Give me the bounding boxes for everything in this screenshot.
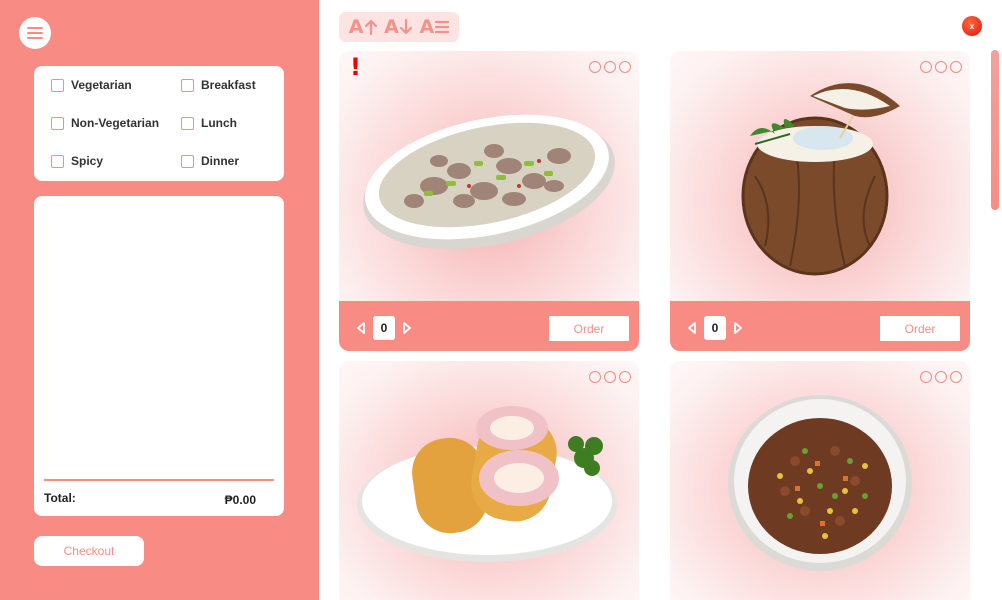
product-card: 0 Order (670, 51, 970, 351)
filter-vegetarian[interactable]: Vegetarian (51, 78, 132, 92)
filter-label: Lunch (201, 116, 237, 130)
quantity-value[interactable]: 0 (704, 316, 726, 340)
chevron-left-icon (688, 322, 696, 334)
checkbox[interactable] (51, 78, 64, 92)
sort-descending-button[interactable]: A (384, 16, 412, 38)
card-options[interactable] (589, 371, 631, 383)
checkbox[interactable] (51, 116, 64, 130)
increase-button[interactable] (401, 321, 413, 335)
main-panel: A A A x ! 0 Order 0 Order (319, 0, 991, 600)
quantity-stepper: 0 (355, 316, 413, 340)
sidebar: Vegetarian Breakfast Non-Vegetarian Lunc… (0, 0, 319, 600)
sort-default-button[interactable]: A (419, 16, 450, 38)
checkbox[interactable] (181, 154, 194, 168)
order-button[interactable]: Order (880, 316, 960, 341)
arrow-down-icon (399, 19, 412, 35)
food-image (363, 114, 615, 250)
total-label: Total: (44, 491, 76, 505)
list-icon (435, 20, 450, 34)
product-card (339, 361, 639, 600)
sort-letter: A (348, 16, 364, 38)
card-options[interactable] (920, 61, 962, 73)
sort-letter: A (419, 16, 435, 38)
sort-toolbar: A A A (339, 12, 459, 42)
alert-icon: ! (350, 53, 361, 81)
filter-panel: Vegetarian Breakfast Non-Vegetarian Lunc… (34, 66, 284, 181)
arrow-up-icon (364, 19, 377, 35)
checkbox[interactable] (51, 154, 64, 168)
card-footer: 0 Order (339, 301, 639, 351)
chevron-right-icon (403, 322, 411, 334)
cart-panel: Total: ₱0.00 (34, 196, 284, 516)
filter-label: Spicy (71, 154, 104, 168)
order-button[interactable]: Order (549, 316, 629, 341)
chevron-left-icon (357, 322, 365, 334)
filter-dinner[interactable]: Dinner (181, 154, 239, 168)
sort-ascending-button[interactable]: A (349, 16, 377, 38)
total-value: ₱0.00 (224, 493, 256, 507)
food-image (357, 406, 617, 562)
product-card: ! 0 Order (339, 51, 639, 351)
food-image (728, 395, 912, 571)
menu-button[interactable] (19, 17, 51, 49)
checkbox[interactable] (181, 78, 194, 92)
card-footer: 0 Order (670, 301, 970, 351)
product-card (670, 361, 970, 600)
card-options[interactable] (920, 371, 962, 383)
filter-spicy[interactable]: Spicy (51, 154, 103, 168)
scrollbar[interactable] (991, 0, 1002, 600)
filter-label: Non-Vegetarian (71, 116, 160, 130)
checkbox[interactable] (181, 116, 194, 130)
filter-label: Breakfast (201, 78, 256, 92)
filter-breakfast[interactable]: Breakfast (181, 78, 256, 92)
cart-divider (44, 479, 274, 481)
filter-label: Vegetarian (71, 78, 132, 92)
quantity-stepper: 0 (686, 316, 744, 340)
filter-label: Dinner (201, 154, 240, 168)
sort-letter: A (384, 16, 399, 38)
decrease-button[interactable] (686, 321, 698, 335)
scrollbar-thumb[interactable] (991, 50, 999, 210)
increase-button[interactable] (732, 321, 744, 335)
quantity-value[interactable]: 0 (373, 316, 395, 340)
checkout-button[interactable]: Checkout (34, 536, 144, 566)
chevron-right-icon (734, 322, 742, 334)
close-button[interactable]: x (962, 16, 982, 36)
hamburger-icon (27, 27, 43, 40)
food-image (741, 83, 900, 276)
card-options[interactable] (589, 61, 631, 73)
decrease-button[interactable] (355, 321, 367, 335)
filter-non-vegetarian[interactable]: Non-Vegetarian (51, 116, 159, 130)
filter-lunch[interactable]: Lunch (181, 116, 237, 130)
